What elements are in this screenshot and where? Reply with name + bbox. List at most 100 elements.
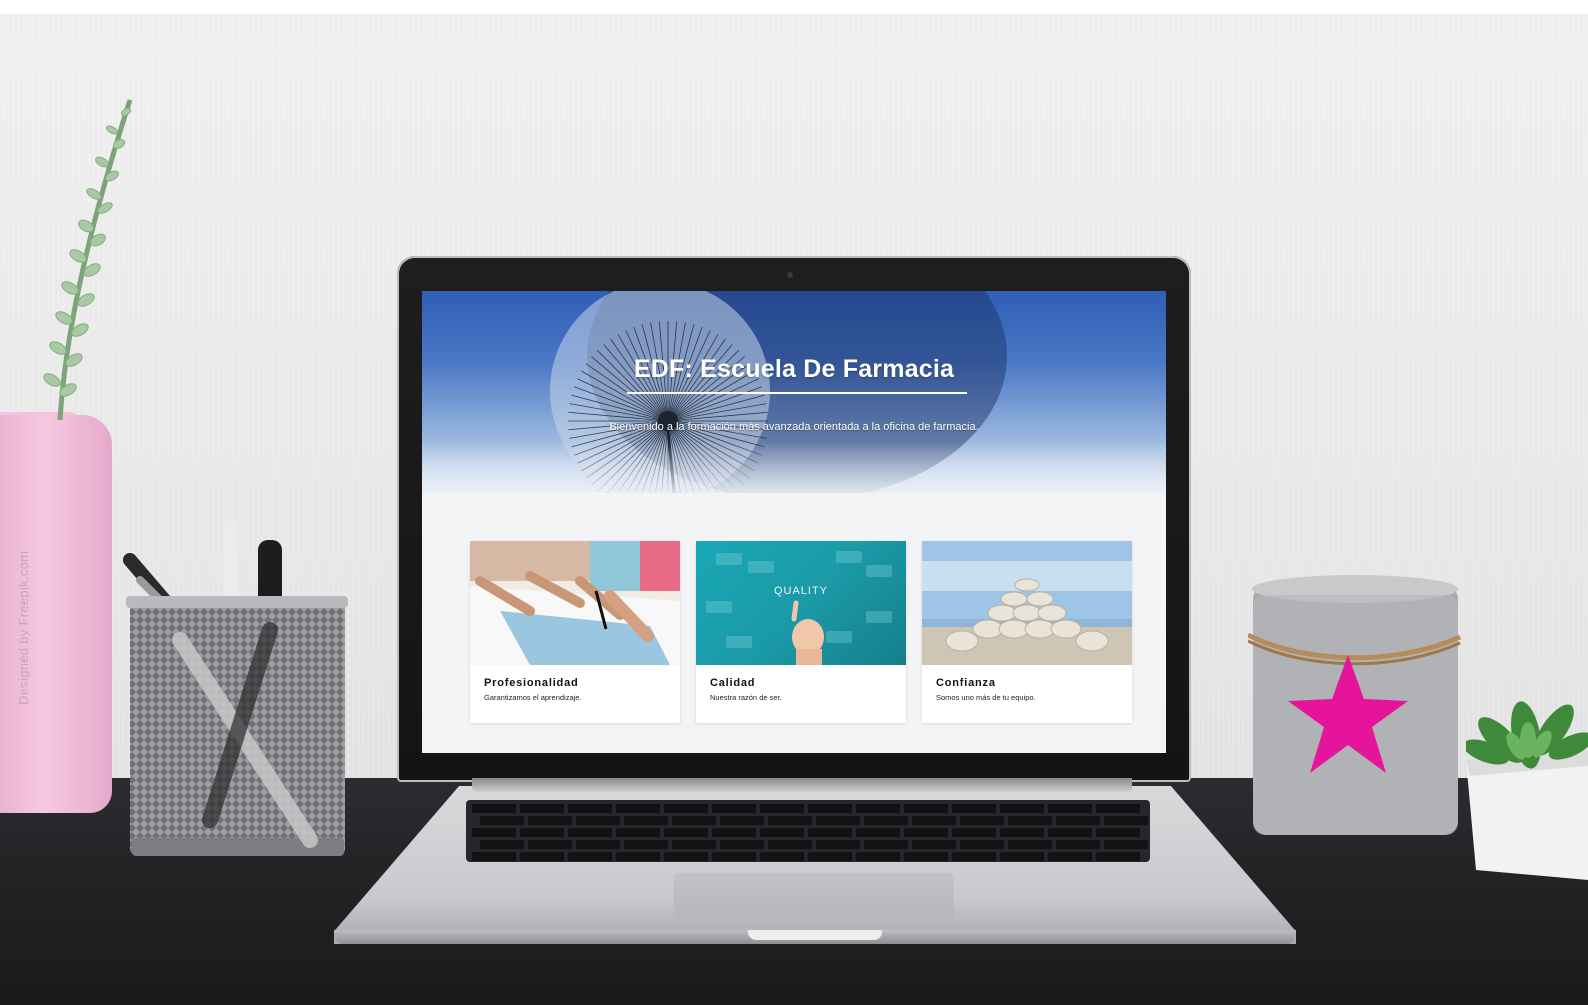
keyboard-key (672, 840, 716, 849)
keyboard-key (960, 816, 1004, 825)
keyboard-key (1000, 852, 1044, 861)
card-title: Calidad (710, 677, 756, 689)
mesh-pen-holder (123, 520, 348, 856)
keyboard-key (520, 828, 564, 837)
keyboard-key (760, 828, 804, 837)
keyboard-key (1056, 840, 1100, 849)
keyboard (466, 800, 1150, 862)
keyboard-key (952, 852, 996, 861)
keyboard-key (1096, 828, 1140, 837)
keyboard-key (960, 840, 1004, 849)
keyboard-key (568, 804, 612, 813)
keyboard-key (1104, 816, 1148, 825)
concrete-candle-holder (1248, 575, 1462, 835)
students-writing-image (470, 541, 680, 665)
card-text: Garantizamos el aprendizaje. (484, 693, 582, 702)
keyboard-key (1000, 804, 1044, 813)
card-text: Nuestra razón de ser. (710, 693, 782, 702)
keyboard-key (768, 840, 812, 849)
title-underline (627, 392, 967, 394)
keyboard-key (952, 804, 996, 813)
card-profesionalidad[interactable]: Profesionalidad Garantizamos el aprendiz… (470, 541, 680, 723)
keyboard-key (1056, 816, 1100, 825)
quality-tiles (706, 551, 892, 665)
page-title: EDF: Escuela De Farmacia (633, 355, 955, 383)
keyboard-key (864, 840, 908, 849)
card-title: Profesionalidad (484, 677, 579, 689)
keyboard-key (1104, 840, 1148, 849)
keyboard-key (816, 840, 860, 849)
hero-banner: EDF: Escuela De Farmacia Bienvenido a la… (422, 291, 1166, 493)
trackpad (674, 873, 954, 918)
keyboard-key (952, 828, 996, 837)
keyboard-key (1096, 852, 1140, 861)
hero-fade (422, 441, 1166, 493)
keyboard-key (472, 828, 516, 837)
card-text: Somos uno más de tu equipo. (936, 693, 1036, 702)
keyboard-key (624, 840, 668, 849)
hero-subtitle: Bienvenido a la formación más avanzada o… (609, 421, 979, 433)
keyboard-key (472, 852, 516, 861)
keyboard-key (576, 816, 620, 825)
keyboard-key (816, 816, 860, 825)
keyboard-key (1048, 828, 1092, 837)
keyboard-key (712, 828, 756, 837)
keyboard-key (856, 828, 900, 837)
keyboard-key (528, 816, 572, 825)
keyboard-key (808, 828, 852, 837)
keyboard-key (720, 840, 764, 849)
keyboard-key (912, 840, 956, 849)
laptop-lid: EDF: Escuela De Farmacia Bienvenido a la… (397, 256, 1191, 782)
keyboard-key (568, 828, 612, 837)
keyboard-key (624, 816, 668, 825)
quality-label: QUALITY (773, 585, 829, 597)
keyboard-key (664, 852, 708, 861)
card-confianza[interactable]: Confianza Somos uno más de tu equipo. (922, 541, 1132, 723)
keyboard-key (1008, 840, 1052, 849)
keyboard-key (664, 804, 708, 813)
keyboard-key (904, 804, 948, 813)
stacked-stones-image (922, 541, 1132, 665)
keyboard-key (616, 828, 660, 837)
keyboard-key (1000, 828, 1044, 837)
keyboard-key (712, 804, 756, 813)
keyboard-key (808, 852, 852, 861)
keyboard-key (1008, 816, 1052, 825)
keyboard-key (760, 852, 804, 861)
keyboard-key (616, 804, 660, 813)
keyboard-key (472, 804, 516, 813)
keyboard-key (480, 840, 524, 849)
succulent-stem-plant (43, 99, 133, 420)
top-band (0, 0, 1588, 14)
card-title: Confianza (936, 677, 996, 689)
quality-image: QUALITY (696, 541, 906, 665)
card-calidad[interactable]: QUALITY Calidad Nuestra razón de ser. (696, 541, 906, 723)
laptop-notch (748, 930, 882, 940)
keyboard-key (864, 816, 908, 825)
laptop-hinge (472, 778, 1132, 792)
keyboard-key (528, 840, 572, 849)
keyboard-key (912, 816, 956, 825)
keyboard-key (1048, 852, 1092, 861)
keyboard-key (520, 852, 564, 861)
webcam-icon (787, 272, 793, 278)
keyboard-key (664, 828, 708, 837)
keyboard-key (568, 852, 612, 861)
keyboard-key (1048, 804, 1092, 813)
keyboard-key (904, 852, 948, 861)
keyboard-key (1096, 804, 1140, 813)
desk-scene: Designed by Freepik.com EDF: Escuela De … (0, 0, 1588, 1005)
keyboard-key (856, 804, 900, 813)
watermark-text: Designed by Freepik.com (16, 550, 31, 705)
keyboard-key (480, 816, 524, 825)
keyboard-key (712, 852, 756, 861)
keyboard-key (904, 828, 948, 837)
website-screen: EDF: Escuela De Farmacia Bienvenido a la… (422, 291, 1166, 753)
keyboard-key (616, 852, 660, 861)
keyboard-key (520, 804, 564, 813)
keyboard-key (856, 852, 900, 861)
keyboard-key (672, 816, 716, 825)
keyboard-key (760, 804, 804, 813)
keyboard-key (720, 816, 764, 825)
keyboard-key (768, 816, 812, 825)
